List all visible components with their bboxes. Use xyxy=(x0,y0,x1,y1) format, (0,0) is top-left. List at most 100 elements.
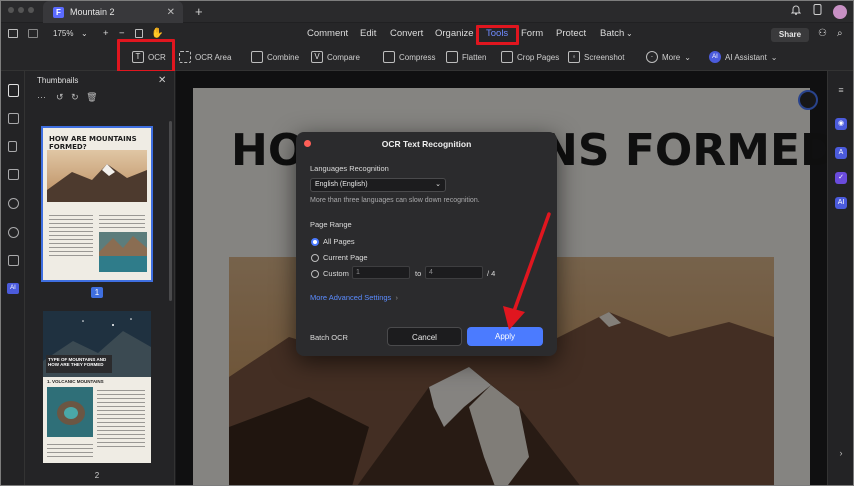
compress-label: Compress xyxy=(399,52,436,62)
flatten-button[interactable]: Flatten xyxy=(446,47,486,67)
comment-icon[interactable] xyxy=(8,113,19,124)
sidebar-toggle-icon[interactable] xyxy=(8,29,18,38)
thumb-subheading: 1. VOLCANIC MOUNTAINS xyxy=(47,379,104,384)
avatar[interactable] xyxy=(833,5,847,19)
radio-button[interactable] xyxy=(311,253,319,262)
ai-assistant-button[interactable]: AI AI Assistant ⌄ xyxy=(709,47,778,67)
thumb-mountain-image xyxy=(47,150,147,202)
menu-batch[interactable]: Batch xyxy=(600,23,624,45)
ocr-area-icon xyxy=(179,51,191,63)
language-hint: More than three languages can slow down … xyxy=(310,197,480,204)
search-icon[interactable] xyxy=(8,227,19,238)
page-number-2: 2 xyxy=(94,471,100,480)
zoom-dropdown-icon[interactable]: ⌄ xyxy=(81,23,88,45)
bookmark-icon[interactable] xyxy=(8,141,17,152)
thumb-heading: HOW ARE MOUNTAINS FORMED? xyxy=(49,135,137,151)
search-icon[interactable]: ⌕ xyxy=(837,23,843,45)
rotate-right-icon[interactable]: ↻ xyxy=(71,92,79,102)
chevron-down-icon: ⌄ xyxy=(435,181,441,188)
page-thumbnail-1[interactable]: HOW ARE MOUNTAINS FORMED? xyxy=(41,126,153,282)
ocr-label: OCR xyxy=(148,52,166,62)
close-panel-icon[interactable]: ✕ xyxy=(158,75,166,86)
stack-icon[interactable] xyxy=(8,255,19,266)
layers-icon[interactable] xyxy=(8,169,19,180)
layout-icon[interactable] xyxy=(28,29,38,38)
ai-icon[interactable]: AI xyxy=(835,197,847,209)
menu-comment[interactable]: Comment xyxy=(307,23,348,45)
custom-from-input[interactable]: 1 xyxy=(352,266,410,279)
advanced-settings-link[interactable]: More Advanced Settings › xyxy=(310,293,398,302)
radio-custom[interactable]: Custom xyxy=(311,269,349,278)
custom-label: Custom xyxy=(323,269,349,278)
new-tab-icon[interactable]: + xyxy=(195,4,203,19)
all-pages-label: All Pages xyxy=(323,237,355,246)
close-tab-icon[interactable]: ✕ xyxy=(167,7,175,18)
tablet-icon[interactable] xyxy=(813,4,822,18)
radio-button[interactable] xyxy=(311,237,319,246)
bell-icon[interactable] xyxy=(790,4,802,18)
more-label: More xyxy=(662,52,681,62)
rotate-left-icon[interactable]: ↺ xyxy=(56,92,64,102)
thumbnail-actions: ··· ↺ ↻ 🗑 xyxy=(37,92,98,103)
thumbnails-title: Thumbnails xyxy=(37,76,79,85)
dialog-title: OCR Text Recognition xyxy=(381,139,472,149)
menu-convert[interactable]: Convert xyxy=(390,23,423,45)
menu-form[interactable]: Form xyxy=(521,23,543,45)
chevron-right-icon[interactable]: › xyxy=(835,447,847,459)
combine-button[interactable]: Combine xyxy=(251,47,299,67)
page-thumbnail-2[interactable]: TYPE OF MOUNTAINS AND HOW ARE THEY FORME… xyxy=(43,311,151,463)
radio-button[interactable] xyxy=(311,269,319,278)
advanced-settings-label: More Advanced Settings xyxy=(310,293,392,302)
flatten-icon xyxy=(446,51,458,63)
network-icon[interactable]: ⚇ xyxy=(818,23,827,45)
menu-protect[interactable]: Protect xyxy=(556,23,586,45)
screenshot-button[interactable]: ◦ Screenshot xyxy=(568,47,624,67)
flatten-label: Flatten xyxy=(462,52,487,62)
custom-to-input[interactable]: 4 xyxy=(425,266,483,279)
zoom-in-icon[interactable]: + xyxy=(103,23,109,45)
to-label: to xyxy=(415,269,422,278)
thumb-text-block xyxy=(49,212,93,258)
trash-icon[interactable]: 🗑 xyxy=(86,92,97,102)
radio-all-pages[interactable]: All Pages xyxy=(311,237,355,246)
cancel-button[interactable]: Cancel xyxy=(387,327,462,346)
ocr-button[interactable]: T OCR xyxy=(132,47,166,67)
screenshot-label: Screenshot xyxy=(584,52,625,62)
compress-button[interactable]: Compress xyxy=(383,47,435,67)
menu-edit[interactable]: Edit xyxy=(360,23,376,45)
window-controls[interactable] xyxy=(8,7,34,13)
crop-pages-button[interactable]: Crop Pages xyxy=(501,47,559,67)
assistant-icon[interactable]: ◉ xyxy=(835,118,847,130)
page-number-1: 1 xyxy=(91,287,103,298)
ai-icon: AI xyxy=(709,51,721,63)
combine-label: Combine xyxy=(267,52,300,62)
select-tool-icon[interactable] xyxy=(135,29,143,38)
thumb-text-block xyxy=(97,387,145,447)
thumb-volcano-image xyxy=(47,387,93,437)
settings-sliders-icon[interactable]: ≡ xyxy=(835,84,847,96)
batch-ocr-link[interactable]: Batch OCR xyxy=(310,333,348,342)
more-options-icon[interactable]: ··· xyxy=(37,92,46,102)
check-icon[interactable]: ✓ xyxy=(835,172,847,184)
thumb-text-block xyxy=(47,441,93,459)
tab-title: Mountain 2 xyxy=(70,7,115,17)
document-tab[interactable]: F Mountain 2 ✕ xyxy=(43,1,183,23)
translate-icon[interactable]: A xyxy=(835,147,847,159)
chevron-down-icon: ⌄ xyxy=(684,52,691,62)
ocr-area-button[interactable]: OCR Area xyxy=(179,47,231,67)
attachment-icon[interactable] xyxy=(8,198,19,209)
compare-button[interactable]: V Compare xyxy=(311,47,360,67)
zoom-level[interactable]: 175% xyxy=(53,23,73,45)
more-button[interactable]: · More ⌄ xyxy=(646,47,691,67)
language-value: English (English) xyxy=(315,181,368,188)
menu-organize[interactable]: Organize xyxy=(435,23,474,45)
thumbnail-scrollbar[interactable] xyxy=(169,121,172,301)
share-button[interactable]: Share xyxy=(771,28,809,42)
radio-current-page[interactable]: Current Page xyxy=(311,253,368,262)
ai-sidebar-icon[interactable]: AI xyxy=(7,283,19,294)
thumbnails-icon[interactable] xyxy=(8,84,19,97)
thumb-text-block xyxy=(99,212,145,228)
thumb-lake-image xyxy=(99,232,147,272)
compare-icon: V xyxy=(311,51,323,63)
language-select[interactable]: English (English) ⌄ xyxy=(310,178,446,192)
